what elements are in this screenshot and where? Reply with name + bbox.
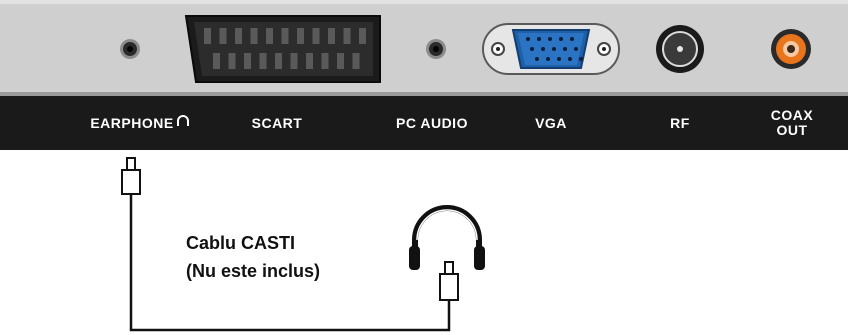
label-rf: RF (670, 114, 690, 131)
vga-pin (546, 57, 550, 61)
vga-pin (548, 37, 552, 41)
scart-pin (266, 28, 273, 44)
label-earphone: EARPHONE (90, 114, 174, 131)
label-coax-out: COAX OUT (760, 96, 824, 150)
scart-pin (281, 28, 289, 44)
scart-pin (244, 53, 251, 69)
vga-pin (552, 47, 556, 51)
scart-pin (250, 28, 258, 44)
scart-pin (321, 53, 329, 69)
scart-pin (312, 28, 320, 44)
label-out: OUT (776, 122, 808, 138)
scart-pin (352, 53, 360, 69)
scart-connector-icon (184, 15, 381, 83)
vga-pin (559, 37, 563, 41)
scart-pin (359, 28, 366, 44)
label-vga: VGA (535, 114, 567, 131)
vga-pin (541, 47, 545, 51)
label-coax: COAX (770, 107, 814, 123)
cable-plug-left (121, 157, 141, 195)
earphone-jack-icon (120, 39, 140, 59)
scart-pin (337, 53, 344, 69)
coax-connector-icon (771, 29, 811, 69)
cable-plug-right (439, 261, 459, 301)
headphones-icon (409, 205, 485, 270)
vga-pin (570, 37, 574, 41)
vga-pin (568, 57, 572, 61)
label-scart: SCART (251, 114, 303, 131)
vga-pin (537, 37, 541, 41)
scart-pin (290, 53, 298, 69)
scart-pin (204, 28, 211, 44)
vga-pin (530, 47, 534, 51)
pc-audio-jack-icon (426, 39, 446, 59)
scart-pin (275, 53, 282, 69)
scart-pin (306, 53, 313, 69)
scart-pin (213, 53, 220, 69)
label-pc-audio: PC AUDIO (396, 114, 468, 131)
scart-pin (219, 28, 227, 44)
vga-pin (526, 37, 530, 41)
vga-pin (574, 47, 578, 51)
rf-connector-icon (656, 25, 704, 73)
vga-pin (579, 57, 583, 61)
scart-pin (343, 28, 351, 44)
vga-pin (563, 47, 567, 51)
cable-not-included-note: (Nu este inclus) (186, 261, 321, 281)
connection-diagram: EARPHONE SCART PC AUDIO VGA RF COAX OUT … (0, 0, 848, 335)
scart-pin (228, 53, 236, 69)
vga-pin (535, 57, 539, 61)
vga-pin (557, 57, 561, 61)
scart-pin (297, 28, 304, 44)
scart-pin (259, 53, 267, 69)
diagram-graphics (0, 0, 848, 332)
cable-label: Cablu CASTI (186, 233, 296, 253)
vga-connector-icon (482, 23, 620, 75)
scart-pin (328, 28, 335, 44)
scart-pin (235, 28, 242, 44)
